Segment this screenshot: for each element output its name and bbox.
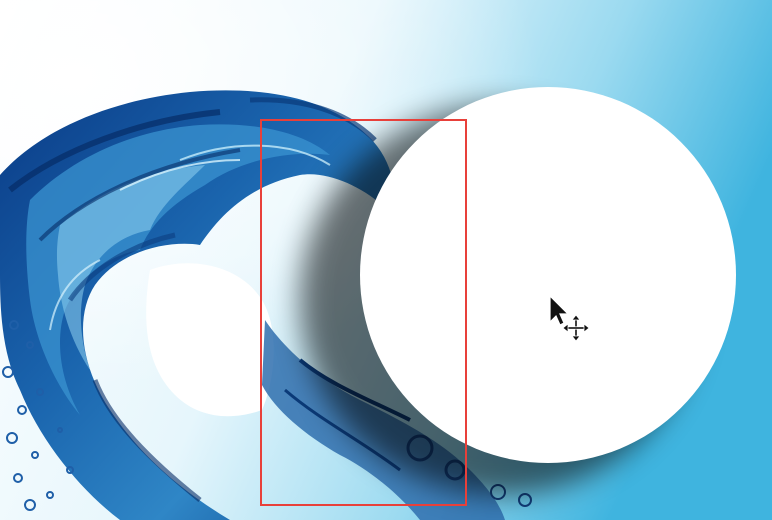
move-tool-cursor-icon [549, 294, 590, 342]
selection-rectangle[interactable] [260, 119, 467, 506]
image-canvas[interactable] [0, 0, 772, 520]
